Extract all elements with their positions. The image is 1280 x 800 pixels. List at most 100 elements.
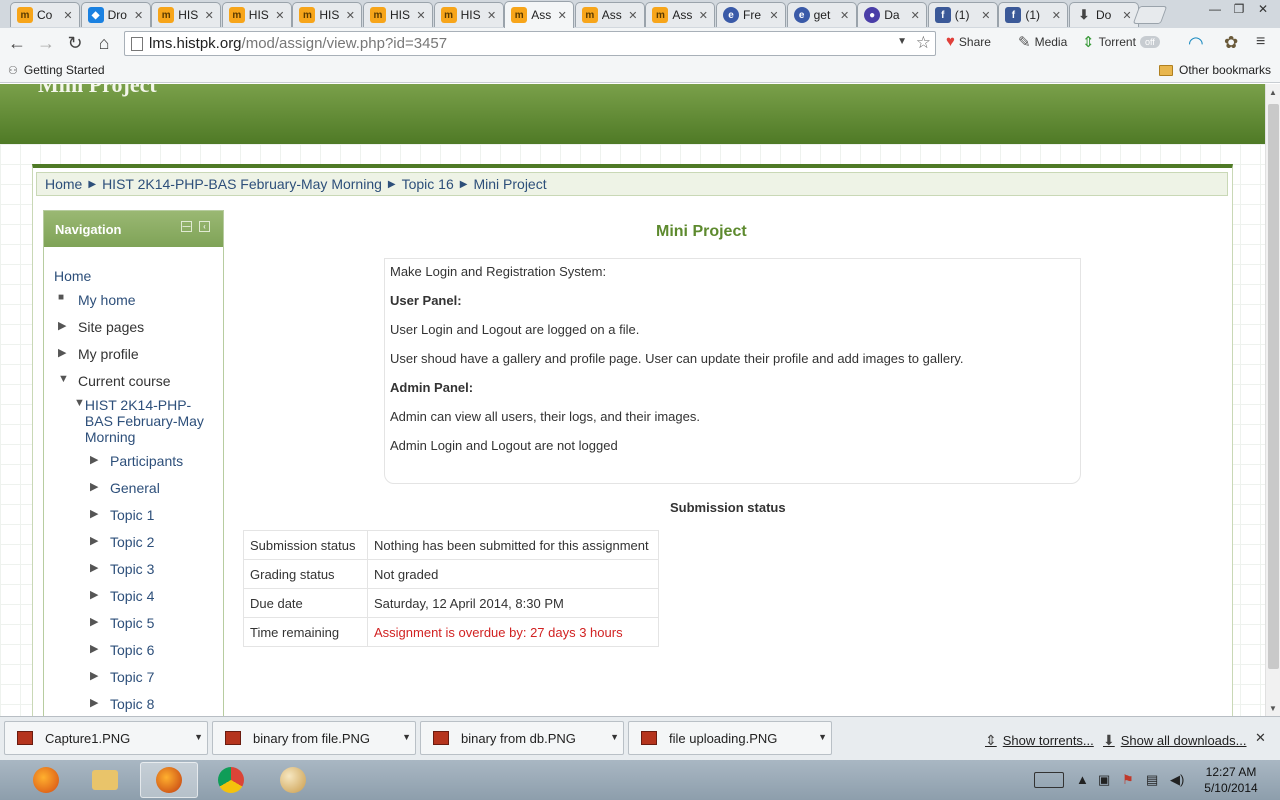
browser-tab[interactable]: m HIS ✕	[363, 2, 433, 27]
nav-item-course-section[interactable]: ▶ Topic 7	[90, 669, 154, 685]
download-item[interactable]: file uploading.PNG ▼	[628, 721, 832, 755]
show-all-downloads-link[interactable]: ⬇ Show all downloads...	[1103, 732, 1246, 749]
browser-tab[interactable]: ● Da ✕	[857, 2, 928, 27]
browser-tab[interactable]: ⬇ Do ✕	[1069, 2, 1139, 27]
download-menu-icon[interactable]: ▼	[402, 732, 411, 742]
nav-item-course-section[interactable]: ▶ Topic 1	[90, 507, 154, 523]
share-button[interactable]: ♥ Share	[946, 33, 991, 50]
tray-app-icon[interactable]: ▣	[1098, 772, 1110, 788]
browser-tab[interactable]: f (1) ✕	[927, 2, 998, 27]
browser-tab[interactable]: m HIS ✕	[433, 2, 504, 27]
tab-close-icon[interactable]: ✕	[767, 9, 781, 22]
hide-block-icon[interactable]: ‹	[199, 221, 210, 232]
chrome-icon[interactable]	[202, 762, 260, 798]
browser-tab[interactable]: e get ✕	[786, 2, 857, 27]
tab-close-icon[interactable]: ✕	[273, 9, 287, 22]
tab-close-icon[interactable]: ✕	[132, 9, 146, 22]
firefox-taskbar-icon[interactable]	[140, 762, 198, 798]
headphones-icon[interactable]: ◠	[1188, 33, 1204, 54]
reload-icon[interactable]: ↻	[61, 30, 89, 56]
tab-close-icon[interactable]: ✕	[61, 9, 75, 22]
paint-icon[interactable]	[264, 762, 322, 798]
bookmark-getting-started[interactable]: ⚇ Getting Started	[8, 63, 105, 77]
scrollbar-thumb[interactable]	[1268, 104, 1279, 669]
breadcrumb-link[interactable]: Home	[45, 176, 82, 192]
nav-item-course[interactable]: ▼ HIST 2K14-PHP-BAS February-May Morning	[74, 397, 214, 445]
browser-tab[interactable]: m HIS ✕	[292, 2, 363, 27]
tab-close-icon[interactable]: ✕	[414, 9, 428, 22]
nav-item-course-section[interactable]: ▶ Topic 4	[90, 588, 154, 604]
volume-icon[interactable]: ◀)	[1170, 772, 1184, 788]
breadcrumb-link[interactable]: Topic 16	[402, 176, 454, 192]
nav-item-current-course[interactable]: ▼ Current course	[58, 373, 171, 389]
browser-tab[interactable]: m HIS ✕	[221, 2, 292, 27]
show-torrents-link[interactable]: ⇕ Show torrents...	[985, 732, 1094, 749]
tab-close-icon[interactable]: ✕	[555, 9, 569, 22]
back-icon[interactable]: ←	[3, 30, 31, 56]
nav-item-site-pages[interactable]: ▶ Site pages	[58, 319, 144, 335]
nav-item-course-section[interactable]: ▶ Topic 8	[90, 696, 154, 712]
scroll-up-icon[interactable]: ▲	[1269, 88, 1277, 97]
browser-tab[interactable]: m Co ✕	[10, 2, 80, 27]
download-item[interactable]: binary from db.PNG ▼	[420, 721, 624, 755]
tab-close-icon[interactable]: ✕	[202, 9, 216, 22]
extension-icon[interactable]: ✿	[1224, 33, 1238, 53]
file-explorer-icon[interactable]	[76, 762, 134, 798]
system-clock[interactable]: 12:27 AM 5/10/2014	[1200, 764, 1262, 796]
new-tab-button[interactable]	[1132, 6, 1168, 24]
torrent-toggle[interactable]: off	[1139, 36, 1160, 48]
tab-close-icon[interactable]: ✕	[626, 9, 640, 22]
browser-tab[interactable]: ◆ Dro ✕	[80, 2, 151, 27]
breadcrumb-link[interactable]: Mini Project	[473, 176, 546, 192]
tab-close-icon[interactable]: ✕	[696, 9, 710, 22]
network-icon[interactable]: ▤	[1146, 772, 1158, 788]
address-bar[interactable]: lms.histpk.org/mod/assign/view.php?id=34…	[124, 31, 936, 56]
home-icon[interactable]: ⌂	[90, 30, 118, 56]
restore-icon[interactable]: ❐	[1228, 0, 1250, 18]
nav-item-home[interactable]: Home	[54, 268, 91, 284]
menu-icon[interactable]: ≡	[1256, 33, 1265, 51]
browser-tab[interactable]: f (1) ✕	[998, 2, 1069, 27]
download-item[interactable]: binary from file.PNG ▼	[212, 721, 416, 755]
nav-item-course-section[interactable]: ▶ Topic 5	[90, 615, 154, 631]
nav-item-course-section[interactable]: ▶ General	[90, 480, 160, 496]
breadcrumb-link[interactable]: HIST 2K14-PHP-BAS February-May Morning	[102, 176, 382, 192]
tab-close-icon[interactable]: ✕	[979, 9, 993, 22]
tab-close-icon[interactable]: ✕	[1049, 9, 1063, 22]
firefox-icon[interactable]	[16, 762, 76, 798]
bookmark-other[interactable]: Other bookmarks	[1159, 63, 1271, 77]
scroll-down-icon[interactable]: ▼	[1269, 704, 1277, 713]
nav-item-course-section[interactable]: ▶ Topic 2	[90, 534, 154, 550]
browser-tab[interactable]: m Ass ✕	[645, 2, 716, 27]
nav-item-my-home[interactable]: ■ My home	[58, 292, 136, 308]
dock-block-icon[interactable]: —	[181, 221, 192, 232]
minimize-icon[interactable]: —	[1204, 0, 1226, 18]
download-menu-icon[interactable]: ▼	[194, 732, 203, 742]
browser-tab[interactable]: e Fre ✕	[716, 2, 786, 27]
media-button[interactable]: ✎ Media	[1018, 33, 1067, 51]
dropdown-icon[interactable]: ▼	[897, 36, 907, 47]
close-window-icon[interactable]: ✕	[1252, 0, 1274, 18]
torrent-button[interactable]: ⇕ Torrent off	[1082, 33, 1160, 51]
browser-tab[interactable]: m Ass ✕	[574, 2, 645, 27]
close-shelf-icon[interactable]: ✕	[1255, 730, 1266, 746]
tray-expand-icon[interactable]: ▲	[1076, 772, 1089, 787]
tab-close-icon[interactable]: ✕	[1120, 9, 1134, 22]
nav-item-course-section[interactable]: ▶ Topic 3	[90, 561, 154, 577]
vertical-scrollbar[interactable]: ▲ ▼	[1265, 84, 1280, 716]
nav-item-course-section[interactable]: ▶ Participants	[90, 453, 183, 469]
download-menu-icon[interactable]: ▼	[818, 732, 827, 742]
action-center-icon[interactable]: ⚑	[1122, 772, 1134, 788]
tab-close-icon[interactable]: ✕	[485, 9, 499, 22]
nav-item-course-section[interactable]: ▶ Topic 6	[90, 642, 154, 658]
tab-close-icon[interactable]: ✕	[343, 9, 357, 22]
tab-close-icon[interactable]: ✕	[838, 9, 852, 22]
download-menu-icon[interactable]: ▼	[610, 732, 619, 742]
bookmark-star-icon[interactable]: ☆	[916, 33, 931, 53]
forward-icon[interactable]: →	[32, 30, 60, 56]
download-item[interactable]: Capture1.PNG ▼	[4, 721, 208, 755]
browser-tab[interactable]: m Ass ✕	[504, 1, 575, 28]
browser-tab[interactable]: m HIS ✕	[151, 2, 222, 27]
nav-item-my-profile[interactable]: ▶ My profile	[58, 346, 139, 362]
keyboard-icon[interactable]	[1034, 772, 1064, 788]
